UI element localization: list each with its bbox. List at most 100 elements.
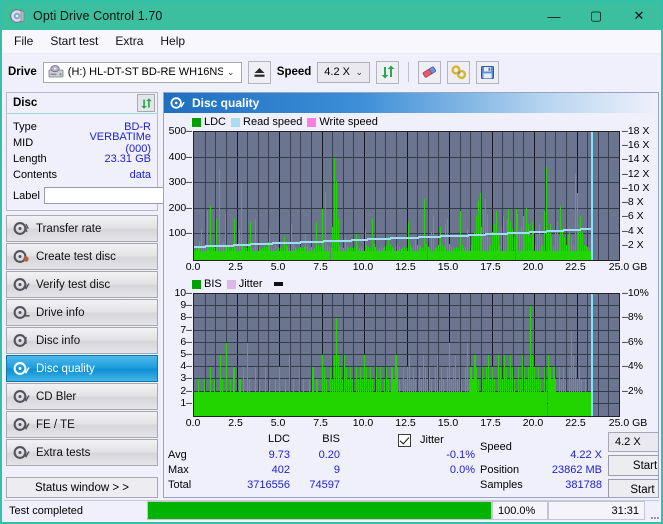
sidebar-item-cd-bler[interactable]: CD Bler [6,383,158,410]
grid-line-h [194,131,619,132]
grid-line-h [194,317,619,319]
refresh-button[interactable] [376,60,400,84]
sidebar-item-disc-quality[interactable]: Disc quality [6,355,158,382]
legend-entry-jitter: Jitter [226,278,263,290]
resize-grip[interactable] [645,501,659,520]
sidebar-label: Transfer rate [36,222,102,235]
disc-refresh-button[interactable] [137,94,155,112]
chart-bar [565,379,567,416]
chart-bar [205,391,207,416]
sidebar-item-verify-test-disc[interactable]: Verify test disc [6,271,158,298]
x-tick-label: 12.5 [395,261,416,273]
disc-detail-icon [13,333,30,348]
menu-item-file[interactable]: File [10,32,42,51]
drive-icon [48,65,64,79]
chart-bar [318,391,320,416]
chart-bar [509,355,512,416]
bis-plot-wrap: 1– 2– 3– 4– 5– 6– 7– 8– 9– 10– –2% –4% –6% –8% –10% [166,287,656,417]
start-full-button[interactable]: Start full [608,455,658,476]
speed-select[interactable]: 4.2 X ⌄ [317,61,371,83]
eject-icon [254,67,265,77]
sidebar-label: Drive info [36,306,85,319]
chart-bar [533,367,535,416]
disc-test-icon [13,221,30,236]
chart-bar [312,367,314,416]
x-tick-label: 25.0 GB [608,261,648,273]
chart-bar [251,391,253,416]
erase-button[interactable] [418,60,442,84]
sidebar-item-disc-info[interactable]: Disc info [6,327,158,354]
start-part-button[interactable]: Start part [608,479,658,497]
ldc-chart: LDC Read speed Write speed 100– 200– 300– 4… [166,115,656,275]
chart-bar [462,391,464,416]
chart-bar [403,367,405,416]
status-window-button[interactable]: Status window > > [6,477,158,498]
chart-bar [555,379,557,416]
grid-line-h [194,207,619,209]
eject-button[interactable] [247,60,271,84]
chart-bar [375,367,377,416]
sidebar-item-create-test-disc[interactable]: Create test disc [6,243,158,270]
grid-line-v [257,132,259,260]
menu-item-extra[interactable]: Extra [111,32,152,51]
sidebar-item-extra-tests[interactable]: Extra tests [6,439,158,466]
drive-select[interactable]: (H:) HL-DT-ST BD-RE WH16NS48 1.D3 ⌄ [42,61,242,83]
chart-bar [421,379,423,416]
grid-line-v [395,132,397,260]
y2-tick-label: –2 X [622,238,644,251]
chart-bar [217,391,219,416]
save-button[interactable] [476,60,500,84]
jitter-checkbox[interactable] [398,434,411,447]
panel-header: Disc quality [164,93,658,113]
menu-item-start-test[interactable]: Start test [46,32,107,51]
stats-bis-max: 9 [333,464,340,476]
bis-plot[interactable] [193,293,620,417]
chart-bar [373,391,375,416]
maximize-button[interactable]: ▢ [575,2,617,30]
chart-bar [203,379,205,416]
chart-bar [340,367,342,416]
refresh-icon [381,65,395,79]
chart-bar [371,379,373,416]
chart-bar [336,318,338,416]
disc-key-type: Type [13,121,37,133]
ldc-plot[interactable] [193,131,620,261]
y2-tick-label: –4% [622,360,644,373]
test-speed-select[interactable]: 4.2 X ⌄ [608,432,658,452]
chart-bar [454,355,456,416]
chart-bar [393,379,395,416]
chart-bar [504,355,506,416]
close-button[interactable]: ✕ [617,2,661,30]
legend-swatch [192,117,201,127]
menu-item-help[interactable]: Help [156,32,194,51]
disc-verify-icon [13,277,30,292]
stats-position-label: Position [480,464,520,476]
disc-extra-icon [13,445,30,460]
minimize-button[interactable]: — [533,2,575,30]
grid-line-h [194,329,619,331]
y-tick-label: 300– [168,176,192,189]
chart-bar [221,379,223,416]
drive-value: (H:) HL-DT-ST BD-RE WH16NS48 1.D3 [67,66,223,78]
chart-bar [383,379,385,416]
x-tick-label: 5.0 [270,417,286,429]
chart-bar [464,367,466,416]
x-tick-label: 17.5 [480,261,501,273]
scroll-marker [273,282,283,286]
sidebar-item-transfer-rate[interactable]: Transfer rate [6,215,158,242]
stats-ldc-total: 3716556 [247,479,290,491]
disc-fete-icon [13,417,30,432]
chart-bar [460,379,462,416]
legend-swatch [231,117,241,127]
y2-tick-label: –2% [622,384,644,397]
settings-button[interactable] [447,60,471,84]
sidebar-item-fe-te[interactable]: FE / TE [6,411,158,438]
chart-bar [409,355,411,416]
chart-bar [300,391,302,416]
legend-entry-bis: BIS [192,278,222,290]
sidebar-item-drive-info[interactable]: Drive info [6,299,158,326]
disc-icon [10,8,26,24]
chart-bar [553,367,555,416]
x-tick-label: 7.5 [313,261,328,273]
chart-bar [194,391,196,416]
